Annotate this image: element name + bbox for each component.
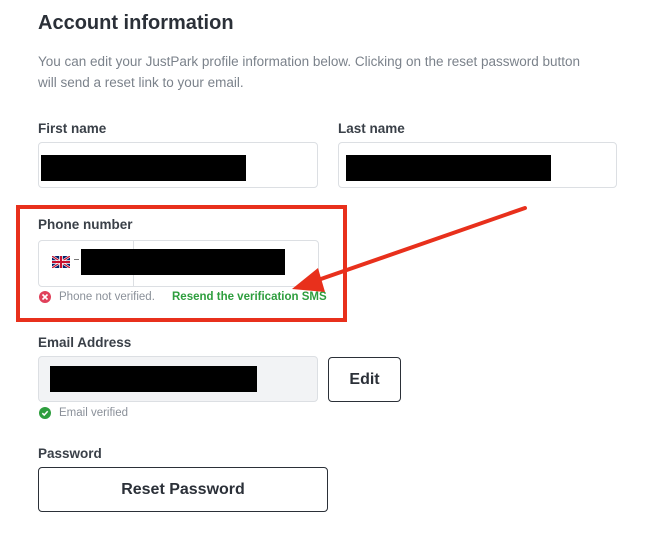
email-field	[38, 356, 318, 402]
edit-email-button[interactable]: Edit	[328, 357, 401, 402]
reset-password-button[interactable]: Reset Password	[38, 467, 328, 512]
check-icon	[39, 407, 51, 419]
email-status-text: Email verified	[59, 407, 129, 419]
redacted-email	[50, 366, 257, 392]
email-label: Email Address	[38, 335, 132, 350]
password-label: Password	[38, 446, 102, 461]
